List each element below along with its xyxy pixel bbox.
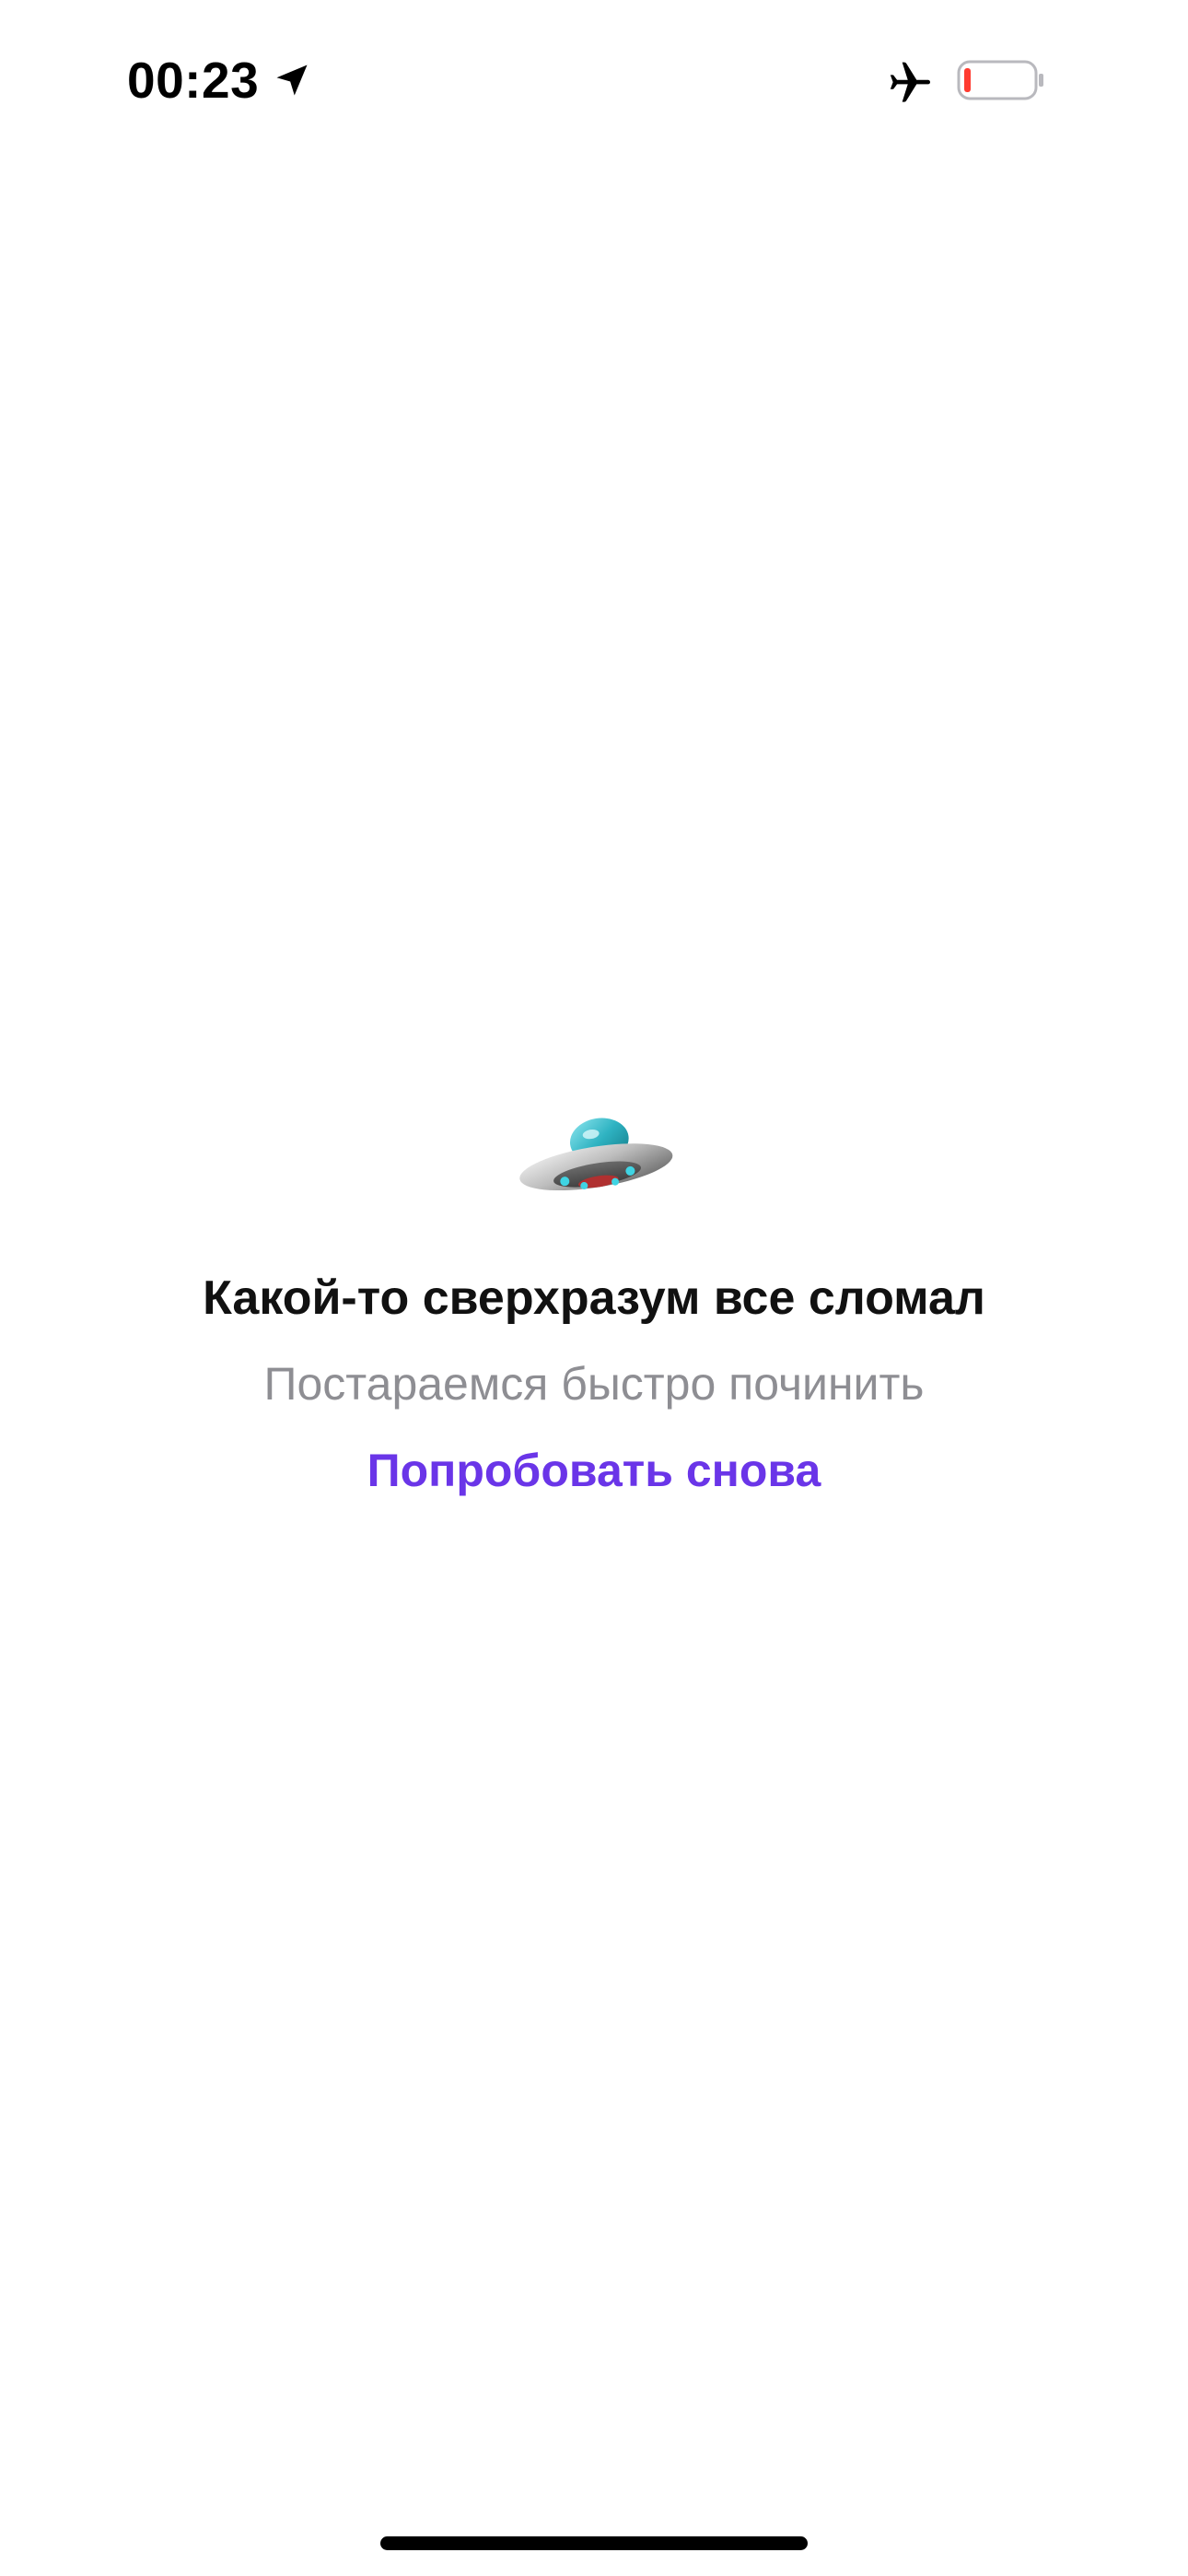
status-bar: 00:23 — [0, 0, 1188, 157]
error-title: Какой-то сверхразум все сломал — [203, 1271, 985, 1325]
error-state: Какой-то сверхразум все сломал Постараем… — [0, 1110, 1188, 1499]
error-subtitle: Постараемся быстро починить — [263, 1358, 925, 1410]
location-arrow-icon — [276, 64, 308, 96]
retry-button[interactable]: Попробовать снова — [367, 1442, 821, 1499]
status-time-group: 00:23 — [127, 48, 312, 112]
home-indicator[interactable] — [380, 2536, 808, 2550]
status-icons — [885, 57, 1045, 103]
ufo-icon — [519, 1118, 673, 1191]
battery-icon — [957, 60, 1043, 100]
status-time: 00:23 — [127, 52, 260, 109]
airplane-icon — [890, 62, 930, 102]
